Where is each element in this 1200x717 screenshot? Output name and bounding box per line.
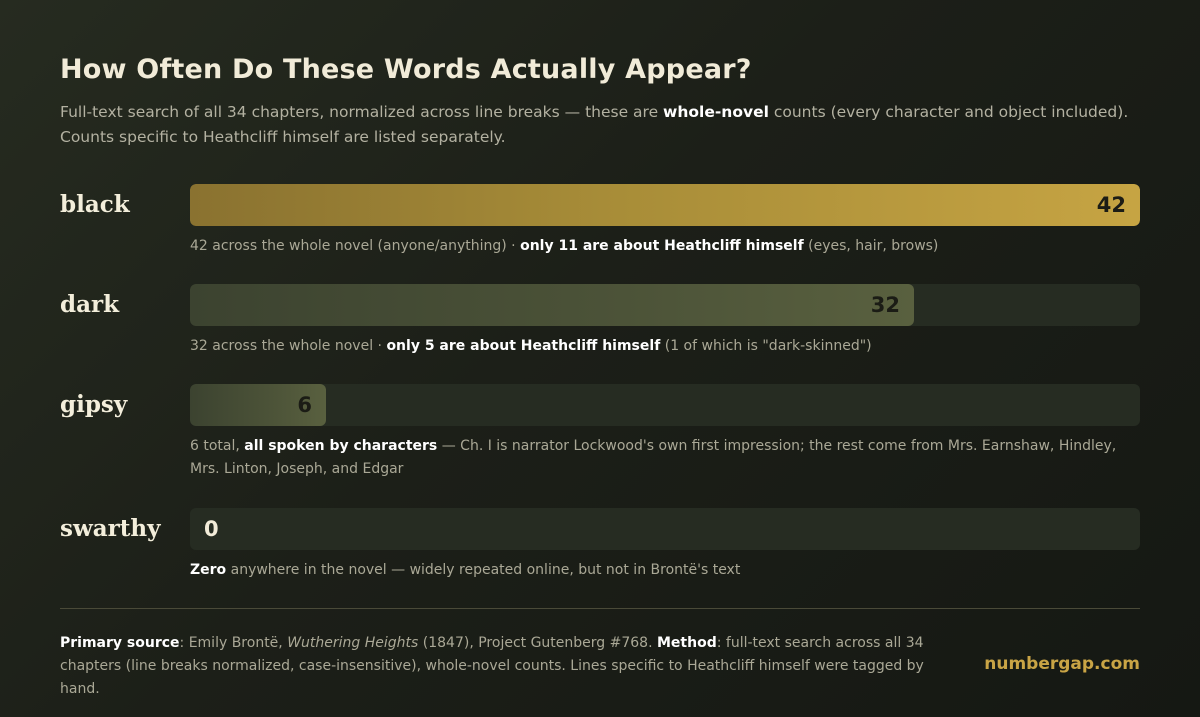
- note-gipsy-part-1: all spoken by characters: [244, 438, 438, 454]
- chart-title: How Often Do These Words Actually Appear…: [60, 54, 752, 85]
- note-gipsy-part-0: 6 total,: [190, 438, 245, 454]
- bar-note-swarthy: Zero anywhere in the novel — widely repe…: [190, 559, 1140, 582]
- bar-track-swarthy: 0: [190, 508, 1140, 550]
- bar-note-black: 42 across the whole novel (anyone/anythi…: [190, 235, 1140, 258]
- footer-divider: [60, 608, 1140, 609]
- note-black-part-2: (eyes, hair, brows): [803, 238, 939, 254]
- bar-track-gipsy: 6: [190, 384, 1140, 426]
- bar-value-dark: 32: [870, 293, 900, 317]
- bar-value-black: 42: [1096, 193, 1126, 217]
- chart-page: How Often Do These Words Actually Appear…: [0, 0, 1200, 717]
- note-swarthy-part-0: Zero: [190, 562, 227, 578]
- bar-black: [190, 184, 1140, 226]
- bar-note-gipsy: 6 total, all spoken by characters — Ch. …: [190, 435, 1140, 481]
- bar-note-dark: 32 across the whole novel · only 5 are a…: [190, 335, 1140, 358]
- bar-label-swarthy: swarthy: [60, 515, 161, 542]
- bar-label-dark: dark: [60, 291, 120, 318]
- note-swarthy-part-1: anywhere in the novel — widely repeated …: [226, 562, 741, 578]
- note-dark-part-2: (1 of which is "dark-skinned"): [660, 338, 872, 354]
- bar-track-dark: 32: [190, 284, 1140, 326]
- note-dark-part-1: only 5 are about Heathcliff himself: [386, 338, 661, 354]
- subtitle-text-pre: Full-text search of all 34 chapters, nor…: [60, 103, 664, 121]
- source-note-part-2: Wuthering Heights: [287, 635, 419, 651]
- bar-value-swarthy: 0: [204, 517, 219, 541]
- note-black-part-0: 42 across the whole novel (anyone/anythi…: [190, 238, 521, 254]
- source-note-part-1: : Emily Brontë,: [179, 635, 288, 651]
- source-note: Primary source: Emily Brontë, Wuthering …: [60, 632, 940, 701]
- bar-value-gipsy: 6: [297, 393, 312, 417]
- chart-subtitle: Full-text search of all 34 chapters, nor…: [60, 100, 1140, 150]
- note-black-part-1: only 11 are about Heathcliff himself: [520, 238, 804, 254]
- source-note-part-4: Method: [656, 635, 717, 651]
- note-dark-part-0: 32 across the whole novel ·: [190, 338, 387, 354]
- bar-track-black: 42: [190, 184, 1140, 226]
- brand-link[interactable]: numbergap.com: [984, 654, 1140, 674]
- source-note-part-3: (1847), Project Gutenberg #768.: [418, 635, 657, 651]
- subtitle-text-bold: whole-novel: [663, 103, 769, 121]
- bar-label-gipsy: gipsy: [60, 391, 128, 418]
- source-note-part-0: Primary source: [60, 635, 180, 651]
- bar-label-black: black: [60, 191, 130, 218]
- bar-dark: [190, 284, 914, 326]
